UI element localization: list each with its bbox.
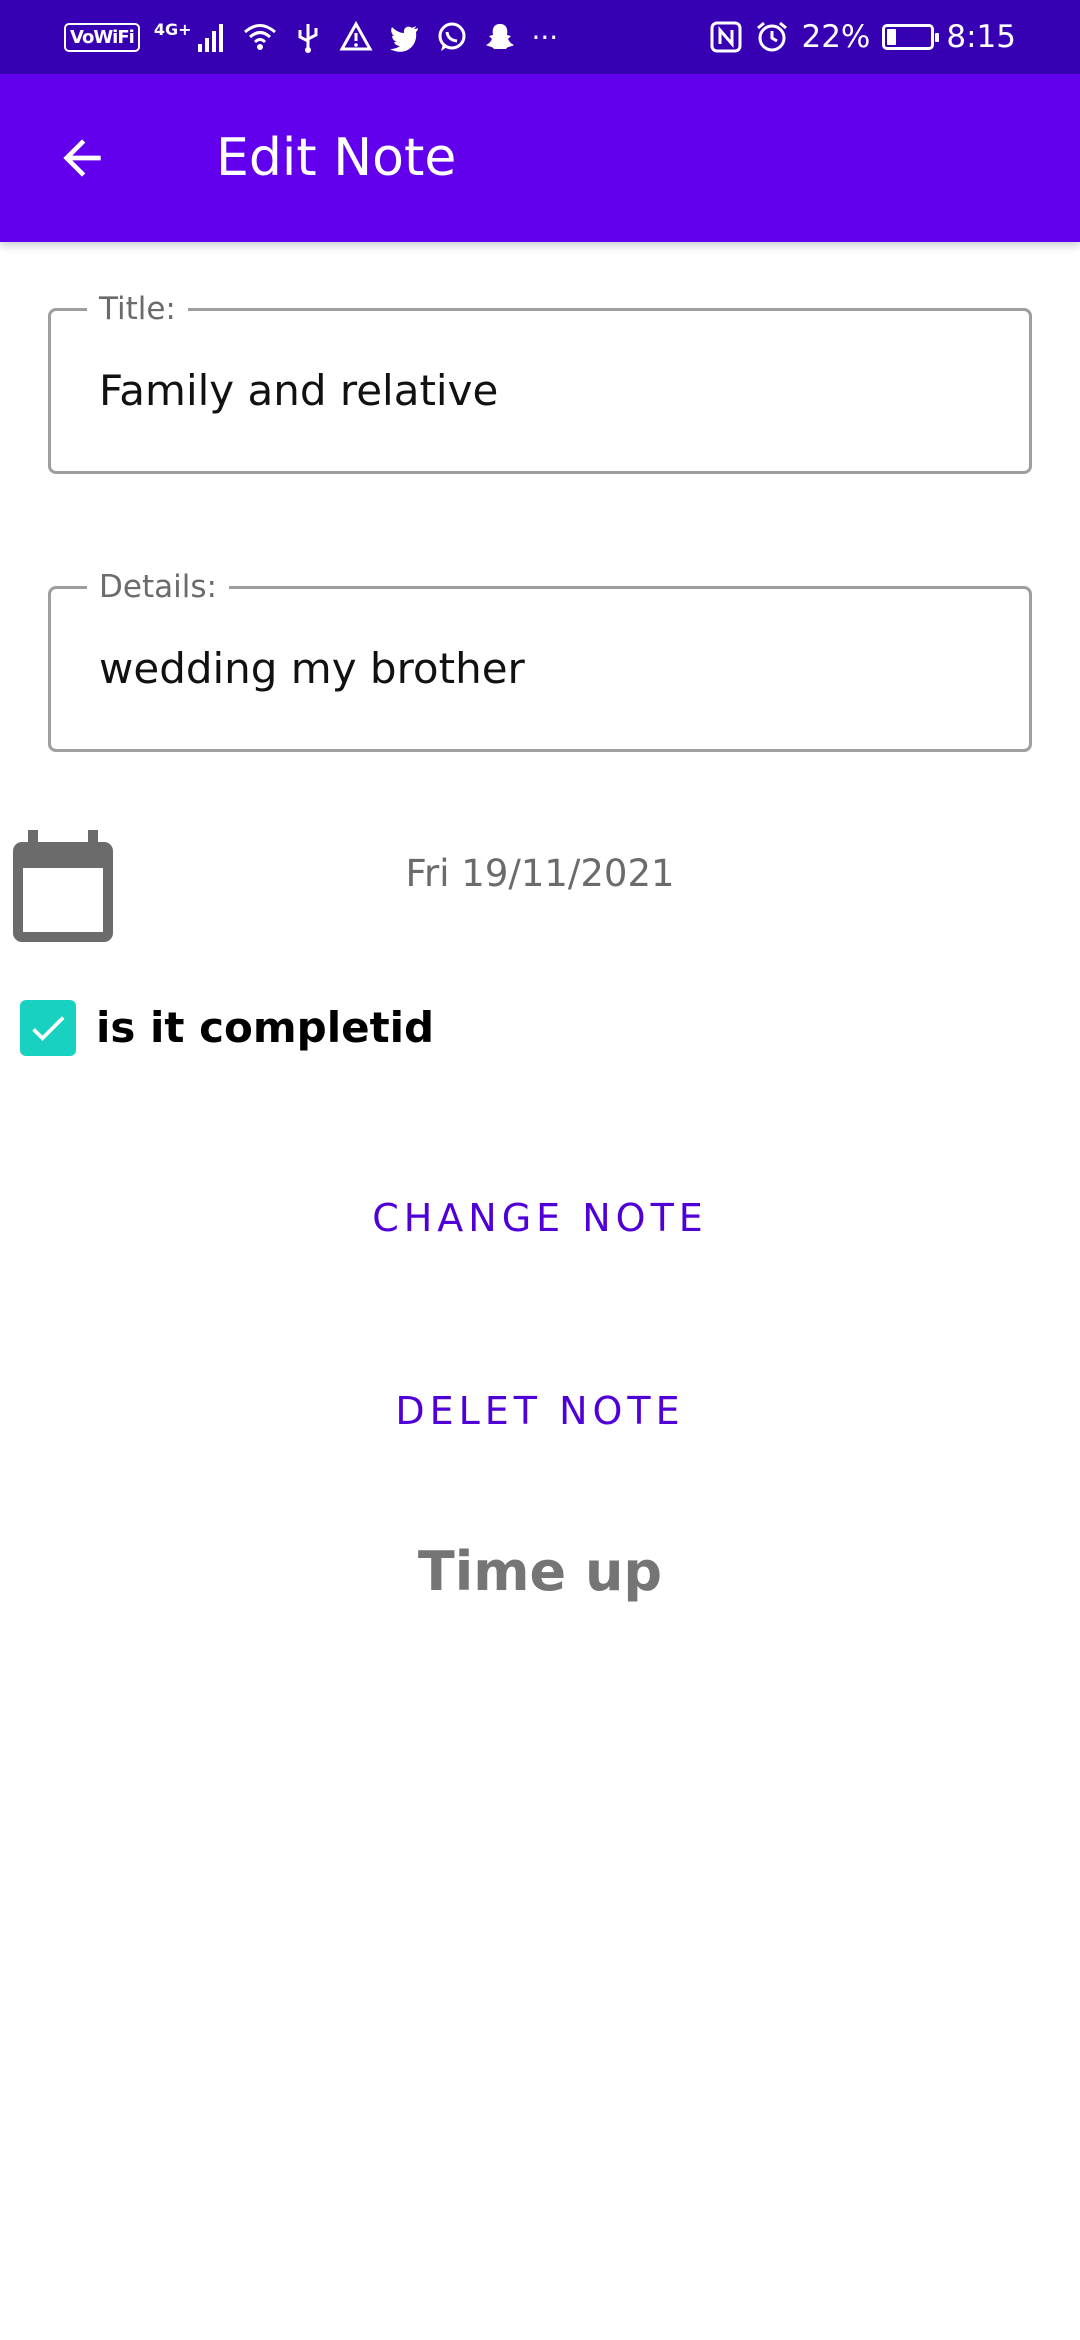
delete-note-button[interactable]: DELET NOTE xyxy=(0,1388,1080,1434)
twitter-icon xyxy=(390,26,419,52)
usb-icon xyxy=(298,24,318,53)
network-type: 4G+ xyxy=(153,20,192,39)
title-input[interactable]: Family and relative xyxy=(99,311,498,471)
status-bar: VoWiFi 4G+ ··· 22% 8:15 xyxy=(0,0,1080,74)
whatsapp-icon xyxy=(438,22,466,51)
page-title: Edit Note xyxy=(216,128,457,188)
alarm-icon xyxy=(757,21,788,52)
check-icon xyxy=(32,1016,65,1041)
warning-icon xyxy=(339,20,374,51)
clock: 8:15 xyxy=(946,19,1016,55)
status-bar-right: 22% 8:15 xyxy=(709,0,1016,74)
app-bar: Edit Note xyxy=(0,74,1080,242)
due-date[interactable]: Fri 19/11/2021 xyxy=(0,852,1080,895)
more-notifications-icon: ··· xyxy=(531,20,559,54)
vowifi-badge: VoWiFi xyxy=(64,22,140,52)
time-status-text: Time up xyxy=(417,1540,663,1603)
title-field[interactable]: Title: Family and relative xyxy=(48,289,1032,474)
details-field[interactable]: Details: wedding my brother xyxy=(48,567,1032,752)
battery-icon xyxy=(882,24,940,50)
arrow-back-icon xyxy=(63,139,101,177)
status-bar-left: VoWiFi 4G+ ··· xyxy=(64,0,558,74)
back-button[interactable] xyxy=(40,116,124,200)
snapchat-icon xyxy=(486,24,515,49)
wifi-icon xyxy=(244,24,277,50)
completed-checkbox[interactable] xyxy=(20,1000,76,1056)
nfc-icon xyxy=(710,21,742,53)
change-note-button[interactable]: CHANGE NOTE xyxy=(0,1195,1080,1241)
signal-icon xyxy=(198,24,224,52)
battery-percent: 22% xyxy=(801,19,871,55)
completed-label[interactable]: is it completid xyxy=(96,998,434,1058)
details-input[interactable]: wedding my brother xyxy=(99,589,525,749)
battery-level xyxy=(887,29,897,45)
